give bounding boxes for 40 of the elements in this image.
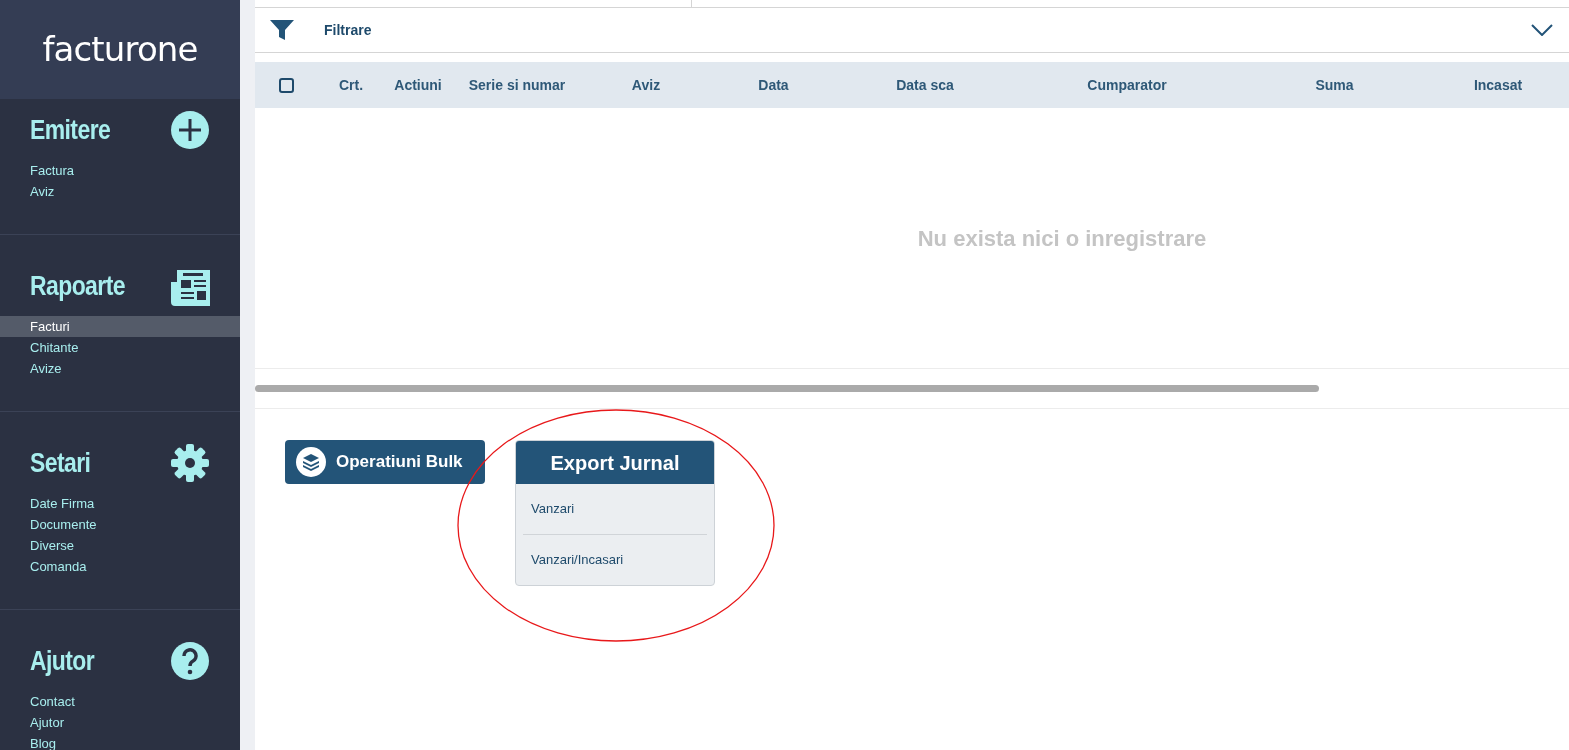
section-title: Setari <box>30 446 91 480</box>
sidebar-item[interactable]: Contact <box>0 691 240 712</box>
column-header: Suma <box>1315 75 1354 95</box>
column-header: Data <box>758 75 789 95</box>
sidebar-item[interactable]: Factura <box>0 160 240 181</box>
filter-icon <box>270 20 294 40</box>
export-option[interactable]: Vanzari/Incasari <box>523 535 707 585</box>
section-title: Ajutor <box>30 644 95 678</box>
help-icon <box>170 641 210 681</box>
column-header: Crt. <box>338 75 364 95</box>
scrollbar-thumb[interactable] <box>255 385 1319 392</box>
sidebar-item[interactable]: Ajutor <box>0 712 240 733</box>
expand-toggle[interactable] <box>1531 24 1553 36</box>
sidebar-item[interactable]: Comanda <box>0 556 240 577</box>
sidebar-item[interactable]: Facturi <box>0 316 240 337</box>
sidebar-item[interactable]: Blog <box>0 733 240 750</box>
export-option[interactable]: Vanzari <box>523 484 707 534</box>
layers-icon <box>296 447 326 477</box>
column-header: Aviz <box>631 75 661 95</box>
column-header: Actiuni <box>394 75 442 95</box>
column-header: Cumparator <box>1087 75 1167 95</box>
bulk-operations-button[interactable]: Operatiuni Bulk <box>285 440 485 484</box>
sidebar-item[interactable]: Avize <box>0 358 240 379</box>
settings-icon <box>170 443 210 483</box>
select-all-checkbox[interactable] <box>279 77 294 93</box>
sidebar-item[interactable]: Date Firma <box>0 493 240 514</box>
column-header: Incasat <box>1473 75 1523 95</box>
chevron-icon <box>1531 24 1553 36</box>
sidebar-item[interactable]: Aviz <box>0 181 240 202</box>
plus-icon <box>170 110 210 150</box>
export-title[interactable]: Export Jurnal <box>516 441 714 484</box>
empty-message: Nu exista nici o inregistrare <box>917 224 1207 253</box>
filter-label[interactable]: Filtrare <box>324 19 372 41</box>
column-header: Serie si numar <box>468 75 566 95</box>
sidebar-item[interactable]: Diverse <box>0 535 240 556</box>
sidebar-item[interactable]: Chitante <box>0 337 240 358</box>
section-title: Emitere <box>30 113 111 147</box>
sidebar-item[interactable]: Documente <box>0 514 240 535</box>
column-header: Data sca <box>896 75 954 95</box>
section-title: Rapoarte <box>30 269 125 303</box>
